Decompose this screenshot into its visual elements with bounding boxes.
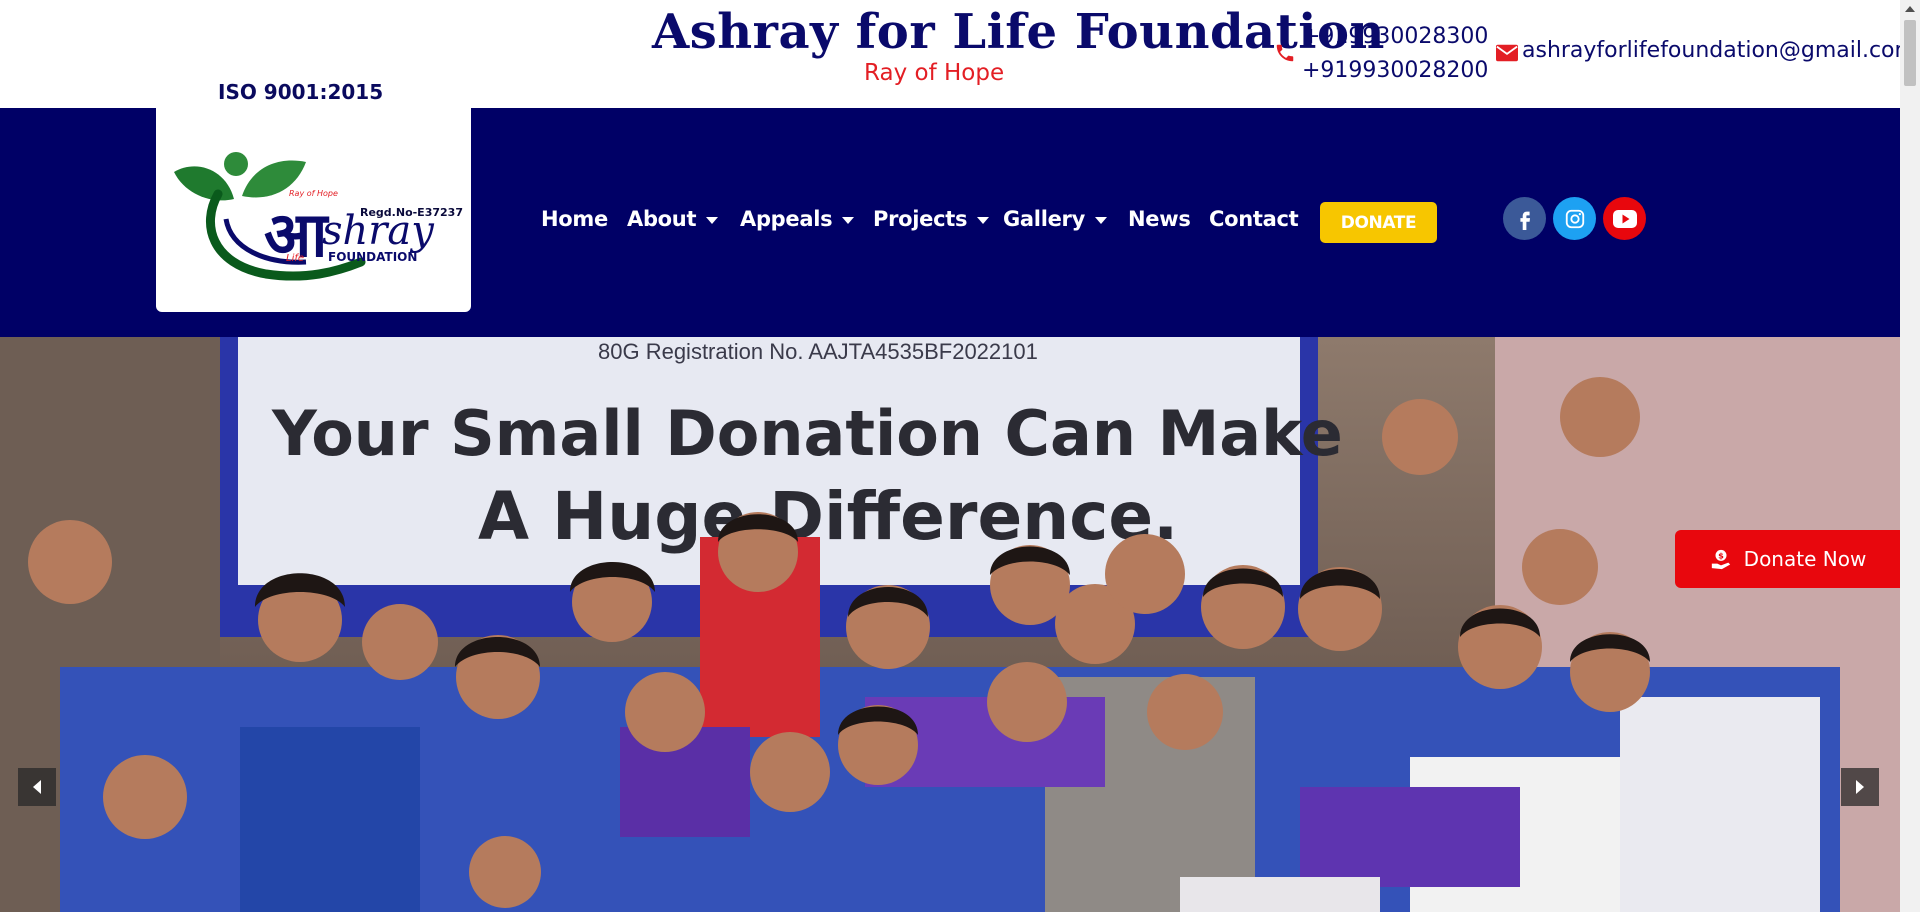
logo-small-text: Ray of Hope xyxy=(289,189,338,198)
top-bar: ISO 9001:2015 Ashray for Life Foundation… xyxy=(0,0,1916,108)
nav-projects-label: Projects xyxy=(873,207,968,231)
nav-appeals[interactable]: Appeals xyxy=(740,207,855,231)
chevron-down-icon xyxy=(977,216,990,224)
chevron-down-icon xyxy=(842,216,855,224)
logo-life: Life xyxy=(286,253,304,264)
hero-slider: 80G Registration No. AAJTA4535BF2022101 … xyxy=(0,337,1900,912)
phone-number-1[interactable]: +919930028300 xyxy=(1302,20,1488,54)
scroll-up-arrow-icon[interactable] xyxy=(1905,6,1915,12)
nav-news-label: News xyxy=(1128,207,1191,231)
logo-graphic: Ray of Hope Regd.No-E37237 आ shray Life … xyxy=(174,152,463,281)
donate-hand-icon: $ xyxy=(1711,549,1730,570)
instagram-icon xyxy=(1565,209,1584,228)
envelope-icon xyxy=(1496,44,1518,62)
nav-about-label: About xyxy=(627,207,697,231)
chevron-left-icon xyxy=(33,780,41,794)
instagram-link[interactable] xyxy=(1553,197,1596,240)
email-link[interactable]: ashrayforlifefoundation@gmail.com xyxy=(1522,38,1916,63)
slider-next-button[interactable] xyxy=(1841,768,1879,806)
iso-certification: ISO 9001:2015 xyxy=(218,80,384,104)
nav-contact[interactable]: Contact xyxy=(1209,207,1299,231)
svg-text:$: $ xyxy=(1718,551,1724,561)
nav-home[interactable]: Home xyxy=(541,207,608,231)
nav-appeals-label: Appeals xyxy=(740,207,833,231)
donate-button[interactable]: DONATE xyxy=(1320,202,1437,243)
donate-now-button[interactable]: $ Donate Now xyxy=(1675,530,1901,588)
chevron-down-icon xyxy=(1095,216,1107,224)
nav-news[interactable]: News xyxy=(1128,207,1191,231)
nav-contact-label: Contact xyxy=(1209,207,1299,231)
hero-image: 80G Registration No. AAJTA4535BF2022101 … xyxy=(0,337,1900,912)
chevron-down-icon xyxy=(706,216,719,224)
donate-now-label: Donate Now xyxy=(1743,547,1867,571)
banner-line-2: A Huge Difference. xyxy=(478,478,1178,555)
nav-gallery[interactable]: Gallery xyxy=(1003,207,1107,231)
phone-icon xyxy=(1276,44,1294,62)
phone-numbers: +919930028300 +919930028200 xyxy=(1302,20,1488,88)
banner-registration: 80G Registration No. AAJTA4535BF2022101 xyxy=(598,339,1038,364)
chevron-right-icon xyxy=(1856,780,1864,794)
phone-number-2[interactable]: +919930028200 xyxy=(1302,54,1488,88)
logo-word: shray xyxy=(322,208,435,254)
slider-prev-button[interactable] xyxy=(18,768,56,806)
nav-projects[interactable]: Projects xyxy=(873,207,990,231)
youtube-link[interactable] xyxy=(1603,197,1646,240)
facebook-icon xyxy=(1519,211,1530,230)
scrollbar-thumb[interactable] xyxy=(1904,20,1916,86)
banner-line-1: Your Small Donation Can Make xyxy=(271,397,1343,470)
logo-foundation: FOUNDATION xyxy=(328,250,417,264)
youtube-icon xyxy=(1612,209,1637,228)
page-scrollbar[interactable] xyxy=(1900,0,1920,912)
nav-gallery-label: Gallery xyxy=(1003,207,1085,231)
nav-home-label: Home xyxy=(541,207,608,231)
nav-about[interactable]: About xyxy=(627,207,719,231)
site-logo[interactable]: Ray of Hope Regd.No-E37237 आ shray Life … xyxy=(156,104,471,312)
facebook-link[interactable] xyxy=(1503,197,1546,240)
site-tagline: Ray of Hope xyxy=(864,60,1005,86)
